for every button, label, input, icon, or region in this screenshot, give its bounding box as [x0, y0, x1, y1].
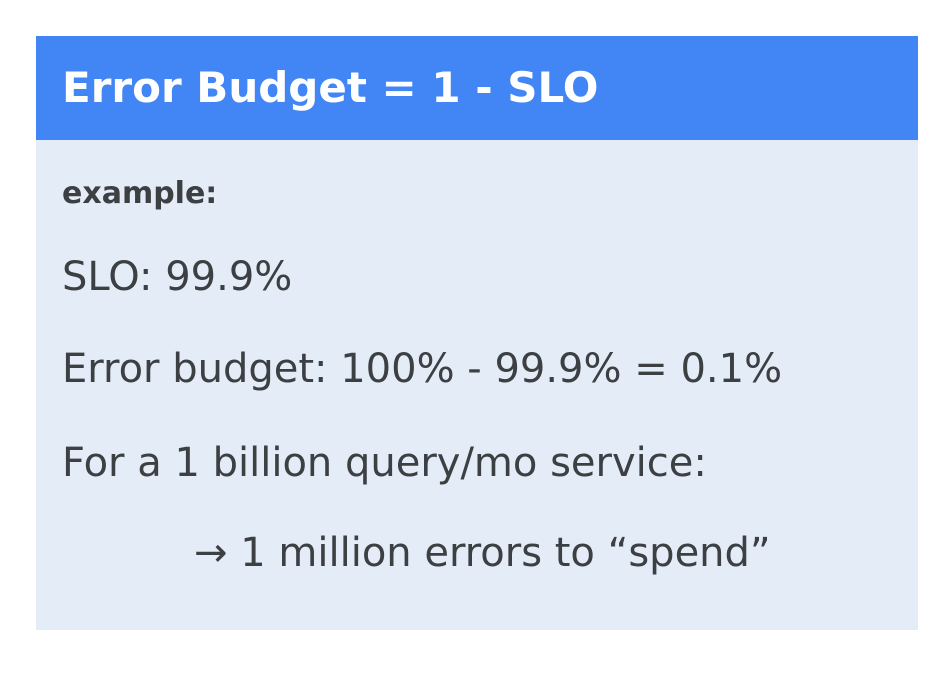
slo-value: SLO: 99.9%: [62, 254, 293, 300]
error-budget-card: Error Budget = 1 - SLO example: SLO: 99.…: [36, 36, 918, 630]
example-label: example:: [62, 176, 218, 211]
service-volume: For a 1 billion query/mo service:: [62, 440, 707, 486]
card-header: Error Budget = 1 - SLO: [36, 36, 918, 140]
error-budget-calculation: Error budget: 100% - 99.9% = 0.1%: [62, 346, 783, 392]
card-title: Error Budget = 1 - SLO: [62, 63, 599, 112]
errors-to-spend: → 1 million errors to “spend”: [194, 530, 771, 576]
